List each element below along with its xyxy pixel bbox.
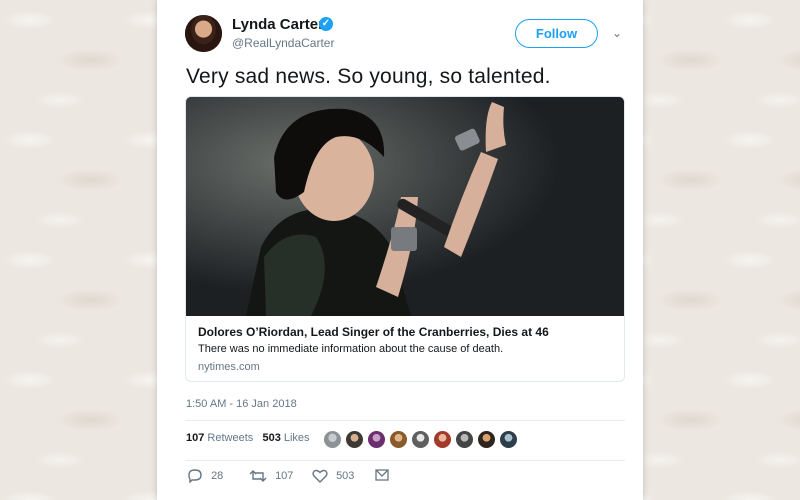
user-name[interactable]: Lynda Carter — [232, 16, 324, 33]
avatar[interactable] — [323, 430, 342, 449]
avatar[interactable] — [477, 430, 496, 449]
avatar[interactable] — [367, 430, 386, 449]
verified-badge-icon: ✓ — [319, 17, 333, 31]
retweets-count: 107 — [186, 432, 205, 444]
like-button[interactable]: 503 — [312, 469, 354, 483]
retweet-count: 107 — [275, 469, 294, 482]
retweet-icon — [249, 470, 267, 482]
user-handle[interactable]: @RealLyndaCarter — [232, 36, 334, 50]
retweets-label: Retweets — [207, 432, 254, 444]
tweet-text: Very sad news. So young, so talented. — [186, 65, 551, 88]
avatar[interactable] — [433, 430, 452, 449]
avatar[interactable] — [345, 430, 364, 449]
heart-icon — [312, 469, 328, 483]
avatar[interactable] — [455, 430, 474, 449]
link-preview-domain: nytimes.com — [198, 361, 260, 373]
tweet-timestamp[interactable]: 1:50 AM - 16 Jan 2018 — [186, 398, 297, 410]
like-count: 503 — [336, 469, 355, 482]
divider — [185, 460, 625, 461]
reply-count: 28 — [211, 469, 224, 482]
likes-stat[interactable]: 503 Likes — [262, 432, 309, 444]
likes-label: Likes — [283, 432, 310, 444]
reply-button[interactable]: 28 — [187, 469, 224, 484]
follow-button[interactable]: Follow — [515, 19, 598, 48]
divider — [185, 420, 625, 421]
avatar[interactable] — [389, 430, 408, 449]
link-preview-title: Dolores O’Riordan, Lead Singer of the Cr… — [198, 325, 549, 339]
link-preview-card[interactable]: Dolores O’Riordan, Lead Singer of the Cr… — [185, 96, 625, 382]
avatar[interactable] — [411, 430, 430, 449]
link-preview-description: There was no immediate information about… — [198, 343, 504, 355]
retweet-button[interactable]: 107 — [249, 469, 293, 483]
avatar[interactable] — [499, 430, 518, 449]
tweet-card: Lynda Carter ✓ @RealLyndaCarter Follow ⌄… — [157, 0, 643, 500]
user-avatar[interactable] — [185, 15, 222, 52]
reply-icon — [188, 469, 202, 484]
chevron-down-icon[interactable]: ⌄ — [612, 26, 622, 40]
likes-count: 503 — [262, 432, 281, 444]
tweet-stats: 107 Retweets 503 Likes — [186, 432, 310, 444]
link-preview-image — [186, 97, 624, 316]
retweets-stat[interactable]: 107 Retweets — [186, 432, 253, 444]
envelope-icon — [375, 469, 389, 481]
direct-message-button[interactable] — [375, 469, 389, 481]
